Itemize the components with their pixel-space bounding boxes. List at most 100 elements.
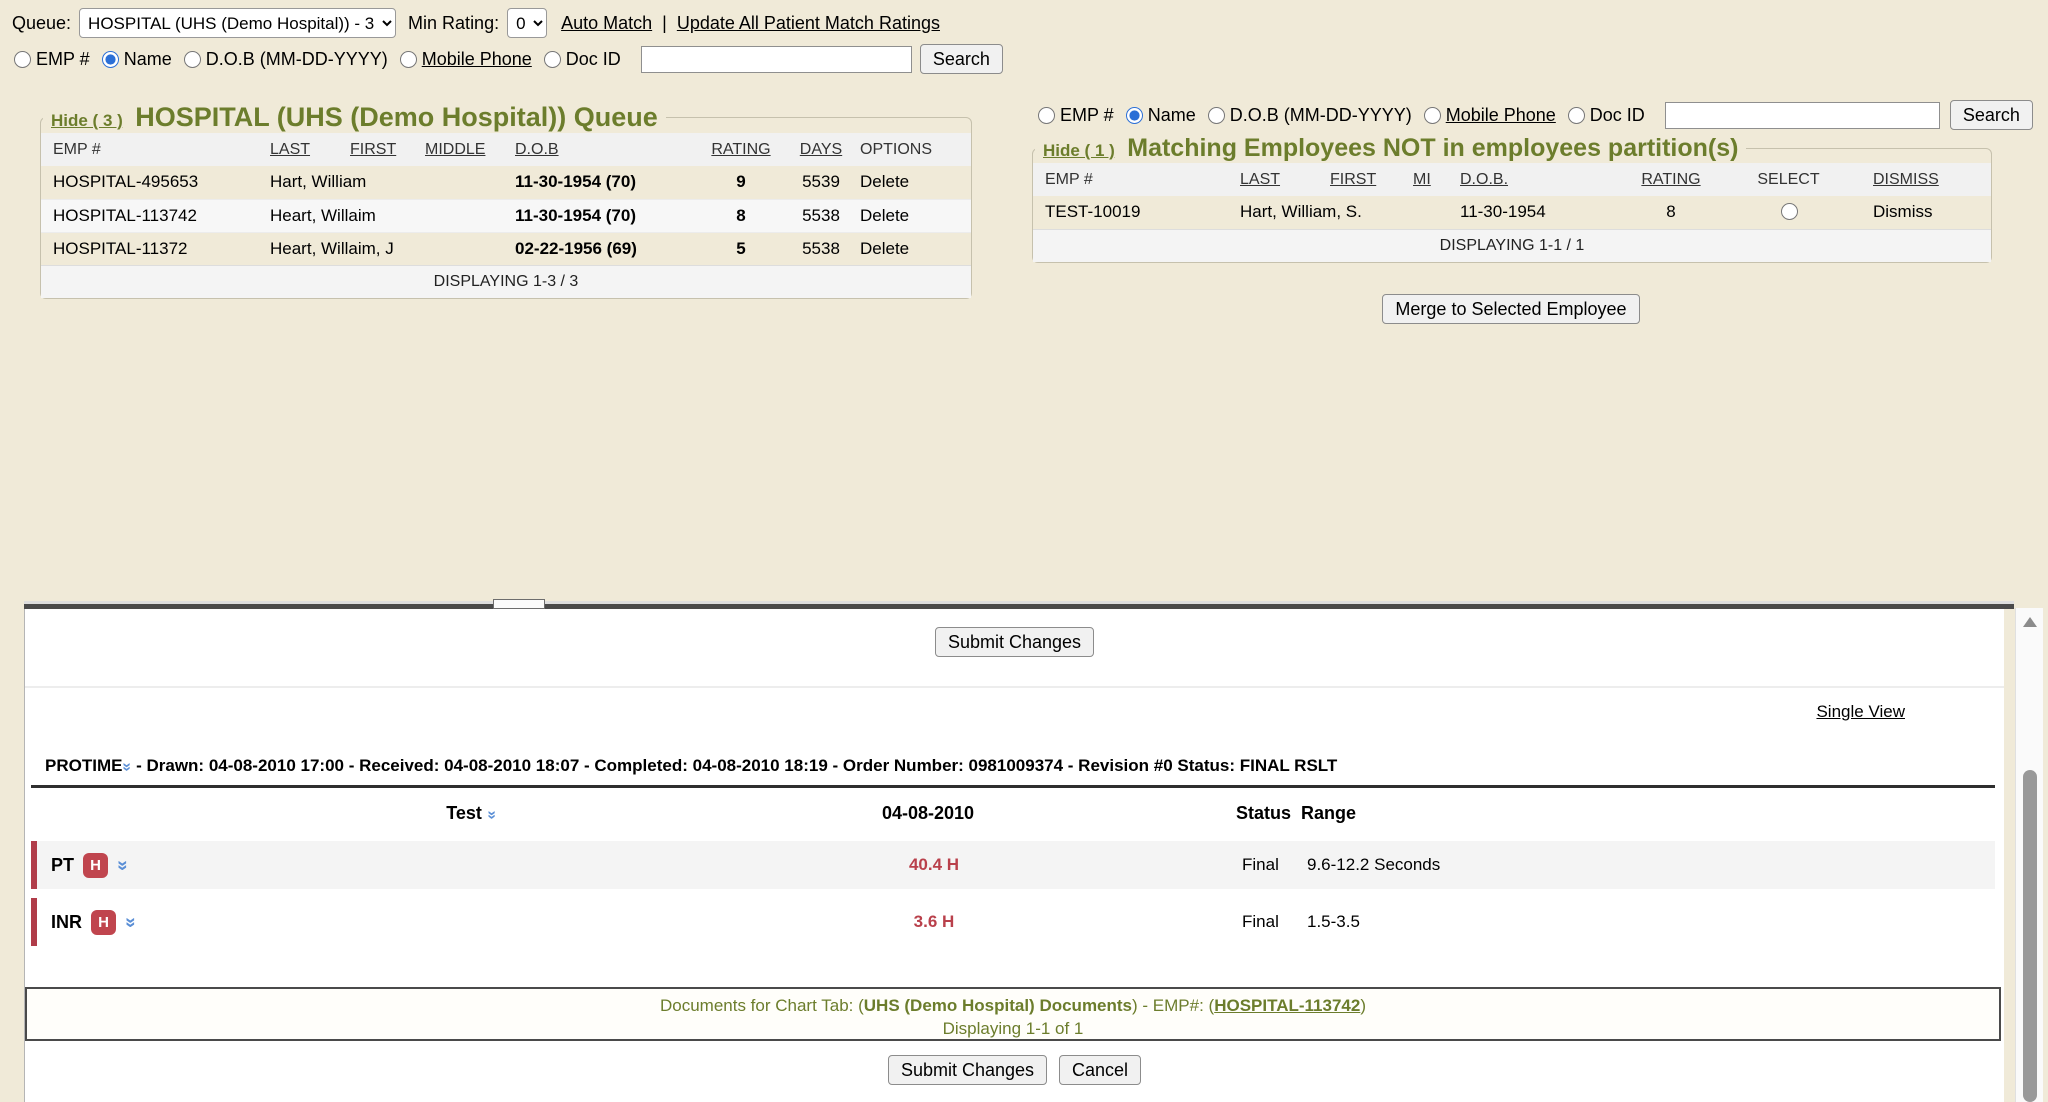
search-option-emp-right[interactable]: EMP # [1038, 105, 1114, 126]
table-footer-row: DISPLAYING 1-1 / 1 [1033, 229, 1991, 262]
search-input-right[interactable] [1665, 102, 1940, 129]
search-input-left[interactable] [641, 46, 912, 73]
col-days[interactable]: DAYS [786, 133, 856, 166]
col-dismiss[interactable]: DISMISS [1861, 163, 1991, 196]
search-option-mobile-left[interactable]: Mobile Phone [400, 49, 532, 70]
delete-link[interactable]: Delete [856, 232, 971, 265]
emp-radio-label: EMP # [1060, 105, 1114, 126]
chevron-down-icon[interactable]: » [483, 811, 499, 820]
documents-suffix: ) [1360, 996, 1366, 1015]
name-radio-right[interactable] [1126, 107, 1143, 124]
match-panel: Hide ( 1 ) Matching Employees NOT in emp… [1032, 134, 1992, 263]
delete-link[interactable]: Delete [856, 166, 971, 199]
col-last[interactable]: LAST [1236, 163, 1326, 196]
queue-toolbar: Queue: HOSPITAL (UHS (Demo Hospital)) - … [12, 8, 940, 38]
search-option-docid-right[interactable]: Doc ID [1568, 105, 1645, 126]
search-button-right[interactable]: Search [1950, 100, 2033, 130]
queue-hide-link[interactable]: Hide ( 3 ) [51, 111, 123, 130]
order-header-line: PROTIME» - Drawn: 04-08-2010 17:00 - Rec… [45, 756, 1337, 776]
single-view-link[interactable]: Single View [1816, 702, 1905, 722]
order-test-name: PROTIME [45, 756, 122, 775]
col-range: Range [1301, 803, 1356, 824]
emp-radio-left[interactable] [14, 51, 31, 68]
search-option-dob-right[interactable]: D.O.B (MM-DD-YYYY) [1208, 105, 1412, 126]
col-rating[interactable]: RATING [696, 133, 786, 166]
update-all-ratings-link[interactable]: Update All Patient Match Ratings [677, 13, 940, 34]
test-name: PT [51, 855, 74, 876]
match-table-header: EMP # LAST FIRST MI D.O.B. RATING SELECT… [1033, 163, 1991, 196]
docid-radio-right[interactable] [1568, 107, 1585, 124]
emp-cell: HOSPITAL-113742 [41, 199, 266, 232]
search-option-name-left[interactable]: Name [102, 49, 172, 70]
emp-cell: HOSPITAL-495653 [41, 166, 266, 199]
mobile-radio-right[interactable] [1424, 107, 1441, 124]
submit-changes-button-top[interactable]: Submit Changes [935, 627, 1094, 657]
name-radio-left[interactable] [102, 51, 119, 68]
horizontal-scrollbar-thumb[interactable] [493, 599, 545, 609]
result-status: Final [1242, 841, 1279, 889]
test-cell: INR H » [51, 898, 136, 946]
emp-radio-right[interactable] [1038, 107, 1055, 124]
search-option-emp-left[interactable]: EMP # [14, 49, 90, 70]
test-cell: PT H » [51, 841, 128, 889]
chevron-down-icon[interactable]: » [121, 917, 140, 928]
search-option-name-right[interactable]: Name [1126, 105, 1196, 126]
bottom-buttons-row: Submit Changes Cancel [25, 1055, 2004, 1085]
col-first[interactable]: FIRST [346, 133, 421, 166]
search-option-dob-left[interactable]: D.O.B (MM-DD-YYYY) [184, 49, 388, 70]
results-panel: Submit Changes Single View PROTIME» - Dr… [24, 609, 2004, 1102]
documents-mid: ) - EMP#: ( [1132, 996, 1214, 1015]
col-date: 04-08-2010 [808, 803, 1048, 824]
col-rating[interactable]: RATING [1626, 163, 1716, 196]
dob-cell: 11-30-1954 [1456, 196, 1626, 229]
match-search-row: EMP # Name D.O.B (MM-DD-YYYY) Mobile Pho… [1038, 100, 2033, 130]
documents-emp-link[interactable]: HOSPITAL-113742 [1214, 996, 1360, 1015]
queue-panel-legend: Hide ( 3 ) HOSPITAL (UHS (Demo Hospital)… [43, 102, 666, 133]
dismiss-link[interactable]: Dismiss [1861, 196, 1991, 229]
col-last[interactable]: LAST [266, 133, 346, 166]
merge-to-selected-button[interactable]: Merge to Selected Employee [1382, 294, 1639, 324]
docid-radio-left[interactable] [544, 51, 561, 68]
table-footer-row: DISPLAYING 1-3 / 3 [41, 265, 971, 298]
vertical-scrollbar[interactable] [2015, 608, 2043, 1102]
auto-match-link[interactable]: Auto Match [561, 13, 652, 34]
match-displaying-label: DISPLAYING 1-1 / 1 [1033, 229, 1991, 262]
chevron-down-icon[interactable]: » [113, 860, 132, 871]
queue-label: Queue: [12, 13, 71, 34]
queue-select[interactable]: HOSPITAL (UHS (Demo Hospital)) - 3 [79, 8, 396, 38]
cancel-button[interactable]: Cancel [1059, 1055, 1141, 1085]
col-options: OPTIONS [856, 133, 971, 166]
select-employee-radio[interactable] [1781, 203, 1798, 220]
merge-button-row: Merge to Selected Employee [1032, 294, 1990, 324]
delete-link[interactable]: Delete [856, 199, 971, 232]
toolbar-separator: | [662, 13, 667, 34]
col-dob[interactable]: D.O.B [511, 133, 696, 166]
match-panel-title: Matching Employees NOT in employees part… [1127, 134, 1738, 162]
name-cell: Heart, Willaim, J [266, 232, 511, 265]
match-hide-link[interactable]: Hide ( 1 ) [1043, 141, 1115, 160]
search-option-mobile-right[interactable]: Mobile Phone [1424, 105, 1556, 126]
table-row: HOSPITAL-495653 Hart, William 11-30-1954… [41, 166, 971, 199]
emp-cell: TEST-10019 [1033, 196, 1236, 229]
col-middle[interactable]: MIDDLE [421, 133, 511, 166]
min-rating-select[interactable]: 0 [507, 8, 547, 38]
col-dob[interactable]: D.O.B. [1456, 163, 1626, 196]
vertical-scrollbar-thumb[interactable] [2023, 770, 2037, 1102]
queue-table-header: EMP # LAST FIRST MIDDLE D.O.B RATING DAY… [41, 133, 971, 166]
mobile-radio-left[interactable] [400, 51, 417, 68]
col-test-label: Test [446, 803, 482, 823]
submit-changes-button-bottom[interactable]: Submit Changes [888, 1055, 1047, 1085]
scroll-up-arrow-icon[interactable] [2023, 617, 2037, 627]
col-first[interactable]: FIRST [1326, 163, 1409, 196]
search-button-left[interactable]: Search [920, 44, 1003, 74]
col-mi[interactable]: MI [1409, 163, 1456, 196]
dob-radio-left[interactable] [184, 51, 201, 68]
search-option-docid-left[interactable]: Doc ID [544, 49, 621, 70]
chevron-down-icon[interactable]: » [119, 763, 135, 772]
order-details: - Drawn: 04-08-2010 17:00 - Received: 04… [136, 756, 1337, 775]
select-cell [1716, 196, 1861, 229]
emp-radio-label: EMP # [36, 49, 90, 70]
result-value: 40.4 H [814, 841, 1054, 889]
dob-radio-right[interactable] [1208, 107, 1225, 124]
queue-search-row: EMP # Name D.O.B (MM-DD-YYYY) Mobile Pho… [14, 44, 1003, 74]
